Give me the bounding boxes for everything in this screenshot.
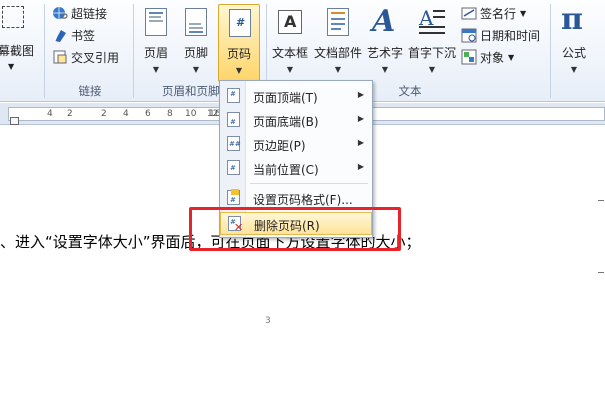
footer-label: 页脚	[183, 46, 208, 60]
chevron-down-icon: ▼	[8, 62, 15, 71]
page-bottom-icon: #	[227, 112, 240, 127]
screenshot-label: 幕截图	[0, 43, 35, 58]
cross-reference-label: 交叉引用	[71, 50, 120, 65]
menu-item-label: 页边距(P)	[253, 139, 306, 153]
chevron-down-icon: ▼	[192, 65, 200, 74]
ruler-number: 2	[101, 109, 107, 119]
menu-item-bottom-of-page[interactable]: # 页面底端(B) ▶	[220, 109, 372, 131]
word-window: 幕截图 ▼ 超链接 书签 交叉引用 链接 页眉 ▼ 页脚 ▼ # 页码 ▼ 页眉…	[0, 0, 605, 401]
menu-item-label: 页面顶端(T)	[253, 91, 318, 105]
quick-parts-icon	[323, 6, 353, 38]
equation-button[interactable]: π 公式 ▼	[556, 2, 592, 80]
wordart-button[interactable]: A 艺术字 ▼	[364, 4, 406, 80]
footer-button[interactable]: 页脚 ▼	[178, 4, 214, 80]
chevron-down-icon: ▼	[235, 66, 243, 75]
hyperlink-label: 超链接	[71, 6, 108, 21]
page-number-label: 页码	[226, 47, 251, 61]
header-icon	[141, 6, 171, 38]
calendar-icon	[461, 27, 477, 43]
header-footer-group-label: 页眉和页脚	[162, 84, 220, 98]
pi-icon: π	[559, 2, 589, 38]
bookmark-label: 书签	[71, 28, 96, 43]
chevron-down-icon: ▼	[381, 65, 389, 74]
object-icon	[461, 49, 477, 65]
scroll-edge	[598, 126, 605, 401]
dropcap-icon: A	[417, 6, 447, 38]
submenu-arrow-icon: ▶	[357, 114, 364, 123]
globe-link-icon	[52, 5, 68, 21]
bookmark-icon	[52, 27, 68, 43]
header-label: 页眉	[143, 46, 168, 60]
chevron-down-icon: ▼	[520, 8, 527, 18]
format-page-number-icon: #	[227, 189, 240, 205]
submenu-arrow-icon: ▶	[357, 162, 364, 171]
wordart-icon: A	[372, 4, 396, 39]
chevron-down-icon: ▼	[570, 65, 578, 74]
signature-line-button[interactable]: 签名行 ▼	[461, 3, 526, 23]
menu-item-current-position[interactable]: # 当前位置(C) ▶	[220, 157, 372, 179]
header-button[interactable]: 页眉 ▼	[138, 4, 174, 80]
chevron-down-icon: ▼	[334, 65, 342, 74]
wordart-label: 艺术字	[366, 46, 403, 60]
chevron-down-icon: ▼	[428, 65, 436, 74]
annotation-highlight-box	[189, 207, 401, 251]
links-group-label: 链接	[78, 84, 102, 98]
page-number-button[interactable]: # 页码 ▼	[218, 4, 260, 82]
dropcap-button[interactable]: A 首字下沉 ▼	[407, 4, 457, 80]
ruler-number: 4	[47, 109, 53, 119]
ruler-number: 10	[185, 109, 197, 119]
quick-parts-label: 文档部件	[313, 46, 362, 60]
page-top-icon: #	[227, 88, 240, 103]
menu-item-label: 设置页码格式(F)...	[253, 193, 353, 207]
chevron-down-icon: ▼	[508, 52, 515, 62]
ruler-number: 8	[167, 109, 173, 119]
dropcap-label: 首字下沉	[407, 46, 456, 60]
textbox-button[interactable]: A 文本框 ▼	[269, 4, 311, 80]
ruler-number: 6	[145, 109, 151, 119]
textbox-label: 文本框	[271, 46, 308, 60]
menu-item-label: 页面底端(B)	[253, 115, 319, 129]
bookmark-button[interactable]: 书签	[52, 25, 95, 45]
screenshot-button[interactable]: 幕截图	[0, 40, 34, 60]
chevron-down-icon: ▼	[152, 65, 160, 74]
menu-item-top-of-page[interactable]: # 页面顶端(T) ▶	[220, 85, 372, 107]
hyperlink-button[interactable]: 超链接	[52, 3, 107, 23]
page-margin-icon: ##	[227, 136, 241, 151]
cross-reference-button[interactable]: 交叉引用	[52, 47, 119, 67]
signature-icon	[461, 5, 477, 21]
signature-line-label: 签名行	[480, 6, 517, 21]
page-number-icon: #	[224, 7, 254, 39]
quick-parts-button[interactable]: 文档部件 ▼	[313, 4, 363, 80]
current-position-icon: #	[227, 160, 240, 175]
submenu-arrow-icon: ▶	[357, 90, 364, 99]
indent-marker-icon[interactable]	[10, 117, 19, 125]
page-number-text: 3	[265, 316, 271, 326]
text-group-label: 文本	[398, 84, 422, 98]
menu-item-label: 当前位置(C)	[253, 163, 319, 177]
ruler-number: 4	[123, 109, 129, 119]
datetime-button[interactable]: 日期和时间	[461, 25, 540, 45]
textbox-icon: A	[275, 6, 305, 38]
footer-icon	[181, 6, 211, 38]
equation-glyph: π	[561, 2, 583, 37]
object-button[interactable]: 对象 ▼	[461, 47, 514, 67]
equation-label: 公式	[561, 46, 586, 60]
screenshot-dashed-icon	[2, 6, 24, 28]
submenu-arrow-icon: ▶	[357, 138, 364, 147]
menu-separator	[250, 183, 368, 184]
cross-reference-icon	[52, 49, 68, 65]
ruler-number: 2	[67, 109, 73, 119]
menu-item-format-page-numbers[interactable]: # 设置页码格式(F)...	[220, 187, 372, 209]
object-label: 对象	[480, 50, 505, 65]
chevron-down-icon: ▼	[286, 65, 294, 74]
datetime-label: 日期和时间	[480, 28, 541, 43]
menu-item-page-margins[interactable]: ## 页边距(P) ▶	[220, 133, 372, 155]
